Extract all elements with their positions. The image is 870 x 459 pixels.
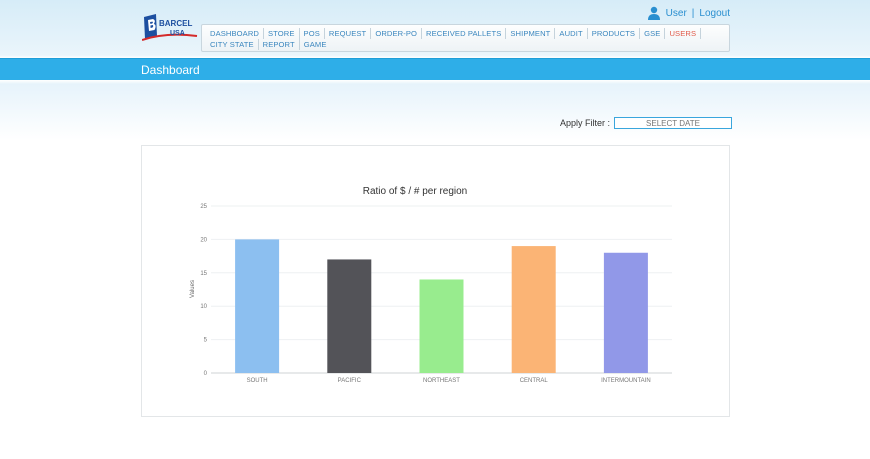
nav-item-store[interactable]: STORE bbox=[264, 28, 300, 39]
bar-northeast[interactable] bbox=[419, 279, 464, 373]
nav-item-products[interactable]: PRODUCTS bbox=[588, 28, 641, 39]
user-area: User | Logout bbox=[647, 6, 730, 20]
x-tick-label-pacific: PACIFIC bbox=[338, 378, 362, 384]
y-tick-label: 0 bbox=[204, 371, 208, 377]
y-tick-label: 5 bbox=[204, 338, 208, 344]
page-title-bar: Dashboard bbox=[0, 58, 870, 80]
user-link[interactable]: User bbox=[666, 8, 687, 19]
nav-item-report[interactable]: REPORT bbox=[259, 39, 300, 50]
bar-intermountain[interactable] bbox=[603, 252, 648, 373]
y-tick-label: 10 bbox=[200, 304, 207, 310]
filter-area: Apply Filter : bbox=[560, 117, 733, 129]
nav-item-dashboard[interactable]: DASHBOARD bbox=[206, 28, 265, 39]
nav-item-received-pallets[interactable]: RECEIVED PALLETS bbox=[422, 28, 507, 39]
main-nav: DASHBOARD STORE POS REQUEST ORDER-PO RECEIVED… bbox=[201, 24, 730, 52]
user-icon bbox=[647, 6, 660, 20]
nav-item-users[interactable]: USERS bbox=[665, 28, 702, 39]
y-axis-title: Values bbox=[190, 280, 196, 298]
logout-link[interactable]: Logout bbox=[699, 8, 730, 19]
barcel-logo[interactable]: BARCEL USA bbox=[142, 14, 198, 46]
x-tick-label-south: SOUTH bbox=[247, 378, 268, 384]
barcel-logo-mark: BARCEL USA bbox=[142, 14, 198, 41]
x-tick-label-intermountain: INTERMOUNTAIN bbox=[601, 378, 651, 384]
bar-pacific[interactable] bbox=[327, 259, 372, 373]
x-tick-label-northeast: NORTHEAST bbox=[423, 378, 460, 384]
y-tick-label: 25 bbox=[200, 204, 207, 210]
nav-item-audit[interactable]: AUDIT bbox=[555, 28, 588, 39]
nav-item-game[interactable]: GAME bbox=[300, 39, 331, 50]
select-date-input[interactable] bbox=[614, 117, 733, 129]
bar-central[interactable] bbox=[511, 246, 556, 373]
user-separator: | bbox=[691, 7, 695, 19]
y-tick-label: 20 bbox=[200, 237, 207, 243]
bar-chart: Ratio of $ / # per region Values 0 5 10 15 2… bbox=[190, 186, 672, 384]
chart-title: Ratio of $ / # per region bbox=[363, 186, 468, 197]
nav-item-city-state[interactable]: CITY STATE bbox=[206, 39, 259, 50]
logo-brand-name: BARCEL bbox=[159, 19, 192, 28]
nav-item-request[interactable]: REQUEST bbox=[325, 28, 372, 39]
y-tick-label: 15 bbox=[200, 271, 207, 277]
nav-item-pos[interactable]: POS bbox=[300, 28, 325, 39]
chart-panel: Ratio of $ / # per region Values 0 5 10 15 2… bbox=[141, 145, 730, 417]
x-tick-label-central: CENTRAL bbox=[520, 378, 549, 384]
nav-item-order-po[interactable]: ORDER-PO bbox=[371, 28, 423, 39]
nav-item-gse[interactable]: GSE bbox=[640, 28, 666, 39]
bar-south[interactable] bbox=[235, 239, 280, 373]
logo-brand-country: USA bbox=[170, 30, 185, 37]
page-title: Dashboard bbox=[141, 63, 200, 77]
filter-label: Apply Filter : bbox=[560, 118, 611, 128]
nav-item-shipment[interactable]: SHIPMENT bbox=[506, 28, 556, 39]
